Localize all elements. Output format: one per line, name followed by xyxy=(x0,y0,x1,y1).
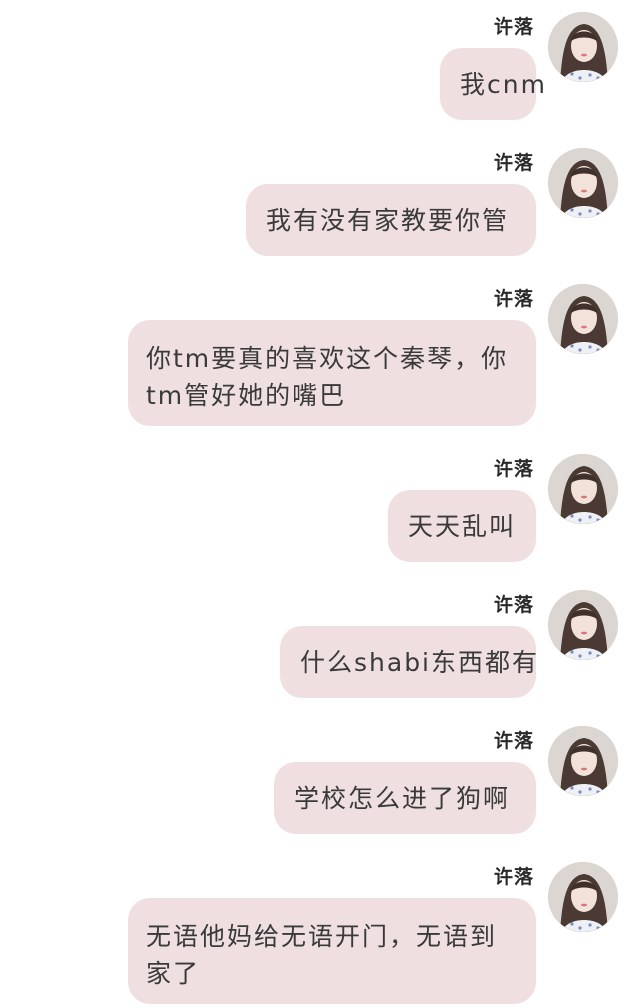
message-bubble[interactable]: 我cnm xyxy=(440,48,545,120)
sender-name: 许落 xyxy=(493,866,534,888)
message-bubble[interactable]: 什么shabi东西都有 xyxy=(280,626,537,698)
message-row: 许落 我cnm xyxy=(0,12,640,132)
message-bubble[interactable]: 无语他妈给无语开门，无语到家了 xyxy=(128,898,536,1004)
avatar-image xyxy=(548,862,618,932)
avatar[interactable] xyxy=(548,12,618,82)
message-bubble[interactable]: 学校怎么进了狗啊 xyxy=(274,762,536,834)
sender-name: 许落 xyxy=(493,152,534,174)
sender-name: 许落 xyxy=(493,16,534,38)
avatar-image xyxy=(548,454,618,524)
chat-thread: 许落 我cnm 许落 我有没有家教要你管 许落 你tm要真的喜欢这个秦琴，你tm… xyxy=(0,0,640,1008)
message-row: 许落 你tm要真的喜欢这个秦琴，你tm管好她的嘴巴 xyxy=(0,284,640,434)
avatar-image xyxy=(548,148,618,218)
message-bubble[interactable]: 你tm要真的喜欢这个秦琴，你tm管好她的嘴巴 xyxy=(128,320,536,426)
avatar-image xyxy=(548,726,618,796)
avatar[interactable] xyxy=(548,148,618,218)
sender-name: 许落 xyxy=(493,458,534,480)
message-bubble[interactable]: 天天乱叫 xyxy=(388,490,536,562)
avatar-image xyxy=(548,590,618,660)
message-row: 许落 我有没有家教要你管 xyxy=(0,148,640,268)
avatar-image xyxy=(548,284,618,354)
avatar[interactable] xyxy=(548,862,618,932)
avatar[interactable] xyxy=(548,590,618,660)
message-bubble[interactable]: 我有没有家教要你管 xyxy=(246,184,536,256)
avatar[interactable] xyxy=(548,726,618,796)
avatar[interactable] xyxy=(548,454,618,524)
sender-name: 许落 xyxy=(493,594,534,616)
avatar-image xyxy=(548,12,618,82)
sender-name: 许落 xyxy=(493,730,534,752)
message-row: 许落 什么shabi东西都有 xyxy=(0,590,640,710)
message-row: 许落 学校怎么进了狗啊 xyxy=(0,726,640,846)
sender-name: 许落 xyxy=(493,288,534,310)
avatar[interactable] xyxy=(548,284,618,354)
message-row: 许落 天天乱叫 xyxy=(0,454,640,574)
message-row: 许落 无语他妈给无语开门，无语到家了 xyxy=(0,862,640,1008)
